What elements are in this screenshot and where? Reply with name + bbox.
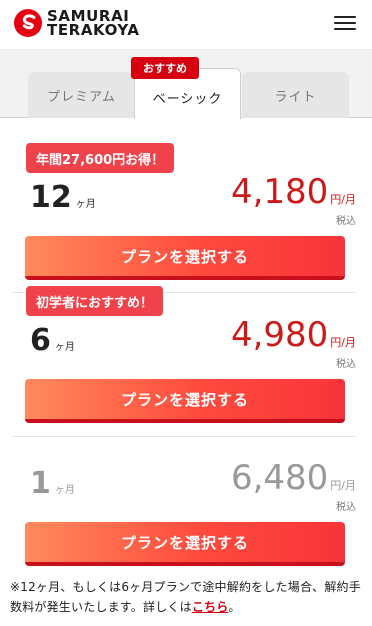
hamburger-menu-icon[interactable] — [334, 16, 356, 34]
tab-premium-label: プレミアム — [46, 89, 117, 105]
plan-12-price-per: 円/月 — [330, 193, 356, 206]
plan-6-duration: 6 ヶ月 — [30, 323, 75, 358]
plan-6-badge: 初学者におすすめ！ — [26, 286, 164, 316]
plan-12-price-amount: 4,180 — [230, 172, 329, 212]
site-header: SAMURAI TERAKOYA — [0, 0, 372, 50]
plan-6-price: 4,980 円/月 — [231, 315, 356, 355]
plan-12-badge: 年間27,600円お得！ — [26, 143, 175, 173]
plan-1-price-per: 円/月 — [330, 479, 356, 492]
cancellation-note-end: 。 — [228, 600, 241, 614]
plan-12-price: 4,180 円/月 — [231, 172, 356, 212]
plan-12-select-button[interactable]: プランを選択する — [25, 236, 345, 280]
plan-1-select-button[interactable]: プランを選択する — [25, 522, 345, 566]
logo-text-line2: TERAKOYA — [47, 21, 140, 39]
plan-6-months: 6 — [30, 323, 51, 358]
samurai-logo-icon — [14, 9, 42, 37]
plan-6-tax: 税込 — [336, 359, 356, 370]
details-link[interactable]: こちら — [192, 600, 229, 614]
site-logo[interactable]: SAMURAI TERAKOYA — [13, 8, 140, 38]
plan-1-months-unit: ヶ月 — [54, 485, 75, 496]
plan-1-duration: 1 ヶ月 — [30, 466, 75, 501]
tab-light[interactable]: ライト — [242, 72, 349, 118]
cancellation-note-text: ※12ヶ月、もしくは6ヶ月プランで途中解約をした場合、解約手数料が発生いたします… — [10, 580, 361, 614]
plan-12-months-unit: ヶ月 — [75, 199, 96, 210]
plan-divider — [12, 436, 356, 437]
plan-12-duration: 12 ヶ月 — [30, 180, 96, 215]
plan-1-price: 6,480 円/月 — [231, 458, 356, 498]
tab-premium[interactable]: プレミアム — [28, 72, 135, 118]
plan-6-price-amount: 4,980 — [230, 315, 329, 355]
tab-light-label: ライト — [274, 89, 317, 105]
plan-12-months: 12 — [30, 180, 72, 215]
plan-6-select-button[interactable]: プランを選択する — [25, 379, 345, 423]
cancellation-note: ※12ヶ月、もしくは6ヶ月プランで途中解約をした場合、解約手数料が発生いたします… — [10, 577, 362, 617]
plan-1-price-amount: 6,480 — [230, 458, 329, 498]
plan-1-months: 1 — [30, 466, 51, 501]
plan-6-price-per: 円/月 — [330, 336, 356, 349]
tab-basic-label: ベーシック — [152, 91, 223, 107]
plan-12-tax: 税込 — [336, 216, 356, 227]
recommend-badge: おすすめ — [131, 57, 199, 79]
plan-1-tax: 税込 — [336, 502, 356, 513]
plan-6-months-unit: ヶ月 — [54, 342, 75, 353]
